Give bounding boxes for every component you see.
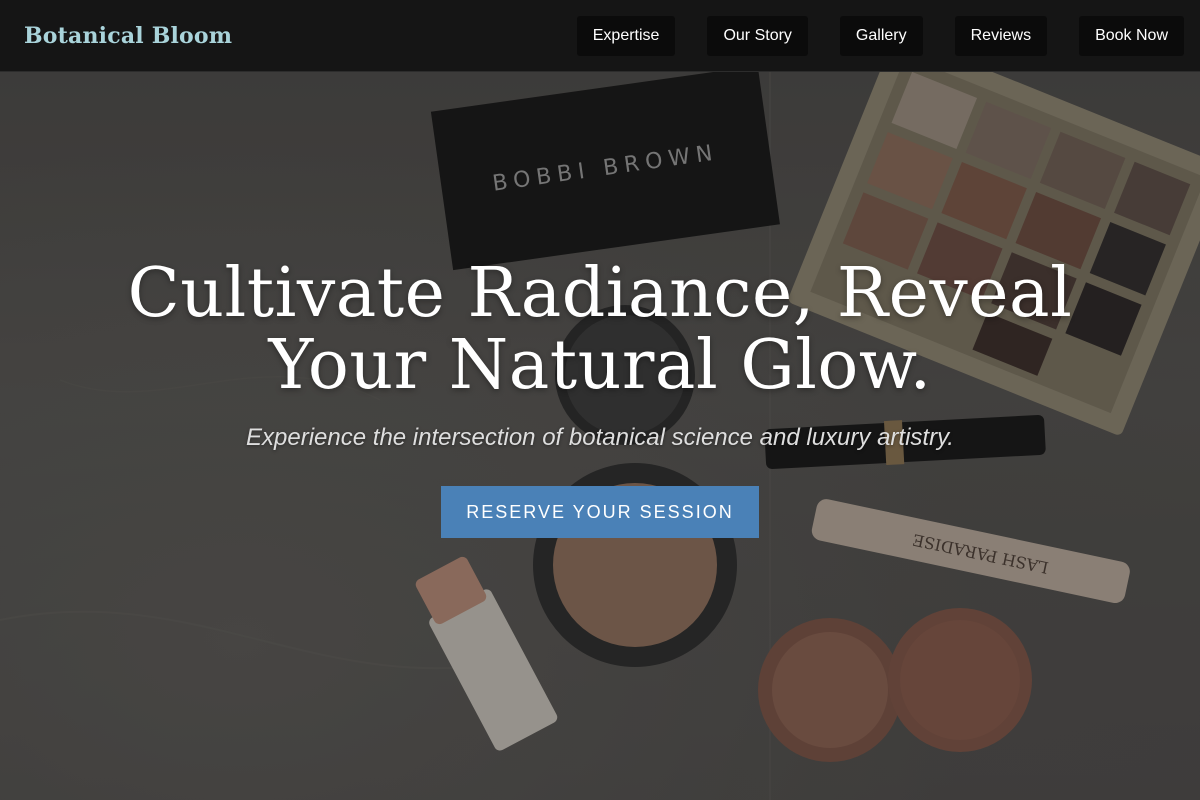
nav-link-reviews[interactable]: Reviews [954, 15, 1048, 56]
nav-link-our-story[interactable]: Our Story [707, 15, 808, 56]
hero-title: Cultivate Radiance, Reveal Your Natural … [0, 258, 1200, 402]
hero-title-line-2: Your Natural Glow. [268, 326, 932, 405]
landing-page: BOBBI BROWN LASH PARADISE Botanical Bloo… [0, 0, 1200, 800]
nav-links: Expertise Our Story Gallery Reviews Book… [576, 15, 1184, 56]
hero-subtitle: Experience the intersection of botanical… [246, 424, 954, 451]
top-navbar: Botanical Bloom Expertise Our Story Gall… [0, 0, 1200, 72]
reserve-session-button[interactable]: RESERVE YOUR SESSION [441, 486, 759, 538]
brand-logo[interactable]: Botanical Bloom [24, 23, 232, 49]
hero-title-line-1: Cultivate Radiance, Reveal [127, 254, 1073, 333]
hero-section: Cultivate Radiance, Reveal Your Natural … [0, 258, 1200, 538]
nav-link-book-now[interactable]: Book Now [1079, 15, 1184, 56]
nav-link-gallery[interactable]: Gallery [839, 15, 923, 56]
nav-link-expertise[interactable]: Expertise [576, 15, 676, 56]
